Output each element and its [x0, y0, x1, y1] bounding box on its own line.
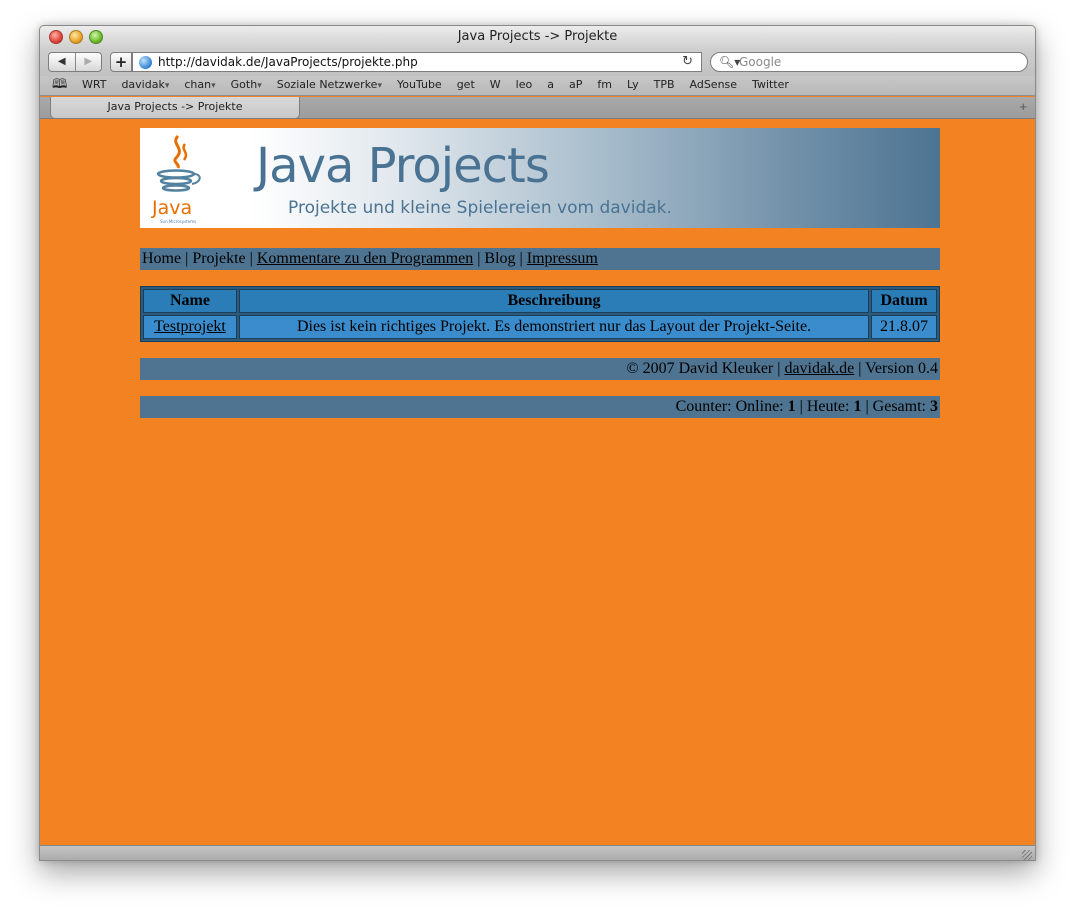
footer-copyright: © 2007 David Kleuker | — [626, 360, 785, 377]
bookmark-item[interactable]: YouTube — [397, 76, 442, 95]
bookmark-item[interactable]: leo — [516, 76, 533, 95]
project-name-cell: Testprojekt — [143, 315, 237, 339]
address-bar[interactable]: http://davidak.de/JavaProjects/projekte.… — [132, 52, 702, 72]
svg-text:Java: Java — [151, 197, 192, 219]
nav-kommentare-link[interactable]: Kommentare zu den Programmen — [257, 250, 473, 267]
counter-gesamt-label: | Gesamt: — [861, 398, 930, 415]
footer-davidak-link[interactable]: davidak.de — [784, 360, 854, 377]
counter-bar: Counter: Online: 1 | Heute: 1 | Gesamt: … — [140, 396, 940, 418]
bookmark-item[interactable]: davidak — [121, 76, 169, 95]
title-bar: Java Projects -> Projekte — [40, 26, 1035, 49]
search-placeholder: Google — [739, 55, 782, 69]
bookmark-item[interactable]: Ly — [627, 76, 639, 95]
counter-online-value: 1 — [787, 398, 796, 415]
counter-online-label: Counter: Online: — [675, 398, 788, 415]
resize-grip-icon[interactable] — [1022, 850, 1032, 860]
forward-arrow-icon[interactable]: ▶ — [76, 53, 102, 71]
bookmark-item[interactable]: chan — [184, 76, 215, 95]
search-field[interactable]: 🔍︎▾ Google — [710, 52, 1028, 72]
zoom-window-icon[interactable] — [89, 30, 103, 44]
navigation-buttons: ◀ ▶ — [48, 52, 102, 72]
url-text[interactable]: http://davidak.de/JavaProjects/projekte.… — [158, 53, 418, 71]
java-logo-icon: Java Sun Microsystems — [148, 132, 208, 224]
window-title: Java Projects -> Projekte — [457, 29, 618, 44]
bookmarks-book-icon[interactable]: 🕮 — [52, 76, 67, 94]
bookmark-item[interactable]: Goth — [231, 76, 262, 95]
project-link[interactable]: Testprojekt — [154, 318, 226, 335]
bookmark-item[interactable]: aP — [569, 76, 582, 95]
bookmark-item[interactable]: Soziale Netzwerke — [277, 76, 382, 95]
footer-version: | Version 0.4 — [854, 360, 938, 377]
status-bar — [40, 845, 1035, 860]
svg-text:Sun Microsystems: Sun Microsystems — [160, 219, 196, 224]
bookmark-item[interactable]: a — [547, 76, 554, 95]
column-header-datum: Datum — [871, 289, 937, 313]
bookmark-item[interactable]: WRT — [82, 76, 106, 95]
header-banner: Java Sun Microsystems Java Projects Proj… — [140, 128, 940, 228]
nav-home[interactable]: Home — [142, 250, 181, 267]
add-bookmark-button[interactable]: + — [110, 52, 132, 72]
minimize-window-icon[interactable] — [69, 30, 83, 44]
footer-bar: © 2007 David Kleuker | davidak.de | Vers… — [140, 358, 940, 380]
column-header-beschreibung: Beschreibung — [239, 289, 869, 313]
bookmark-item[interactable]: fm — [597, 76, 612, 95]
browser-window: Java Projects -> Projekte ◀ ▶ + http://d… — [39, 25, 1036, 861]
bookmark-item[interactable]: Twitter — [752, 76, 789, 95]
close-window-icon[interactable] — [49, 30, 63, 44]
tab-bar: Java Projects -> Projekte + — [40, 97, 1035, 119]
site-navigation: Home | Projekte | Kommentare zu den Prog… — [140, 248, 940, 270]
nav-separator: | — [515, 250, 527, 267]
bookmark-item[interactable]: TPB — [654, 76, 675, 95]
project-description-cell: Dies ist kein richtiges Projekt. Es demo… — [239, 315, 869, 339]
nav-projekte[interactable]: Projekte — [192, 250, 245, 267]
counter-gesamt-value: 3 — [930, 398, 938, 415]
site-subtitle: Projekte und kleine Spielereien vom davi… — [288, 198, 672, 218]
bookmarks-list: WRT davidak chan Goth Soziale Netzwerke YouTu… — [82, 76, 804, 95]
table-row: Testprojekt Dies ist kein richtiges Proj… — [143, 315, 937, 339]
bookmark-item[interactable]: W — [490, 76, 501, 95]
tab-label: Java Projects -> Projekte — [107, 100, 243, 113]
reload-icon[interactable]: ↻ — [682, 53, 693, 71]
nav-blog[interactable]: Blog — [484, 250, 515, 267]
column-header-name: Name — [143, 289, 237, 313]
new-tab-icon[interactable]: + — [1019, 99, 1027, 114]
page-container: Java Sun Microsystems Java Projects Proj… — [140, 128, 940, 418]
bookmarks-bar: 🕮 WRT davidak chan Goth Soziale Netzwerke You… — [40, 76, 1035, 96]
page-content: Java Sun Microsystems Java Projects Proj… — [40, 120, 1035, 845]
nav-separator: | — [181, 250, 193, 267]
globe-icon — [139, 56, 152, 69]
bookmark-item[interactable]: get — [457, 76, 475, 95]
table-header-row: Name Beschreibung Datum — [143, 289, 937, 313]
projects-table: Name Beschreibung Datum Testprojekt Dies… — [140, 286, 940, 342]
toolbar: ◀ ▶ + http://davidak.de/JavaProjects/pro… — [40, 49, 1035, 76]
project-date-cell: 21.8.07 — [871, 315, 937, 339]
nav-separator: | — [473, 250, 485, 267]
site-title: Java Projects — [256, 138, 550, 194]
nav-impressum-link[interactable]: Impressum — [527, 250, 598, 267]
bookmark-item[interactable]: AdSense — [690, 76, 738, 95]
nav-separator: | — [245, 250, 257, 267]
tab-java-projects[interactable]: Java Projects -> Projekte — [50, 97, 300, 119]
counter-heute-label: | Heute: — [795, 398, 854, 415]
back-arrow-icon[interactable]: ◀ — [49, 53, 76, 71]
search-icon[interactable]: 🔍︎▾ — [719, 53, 740, 71]
